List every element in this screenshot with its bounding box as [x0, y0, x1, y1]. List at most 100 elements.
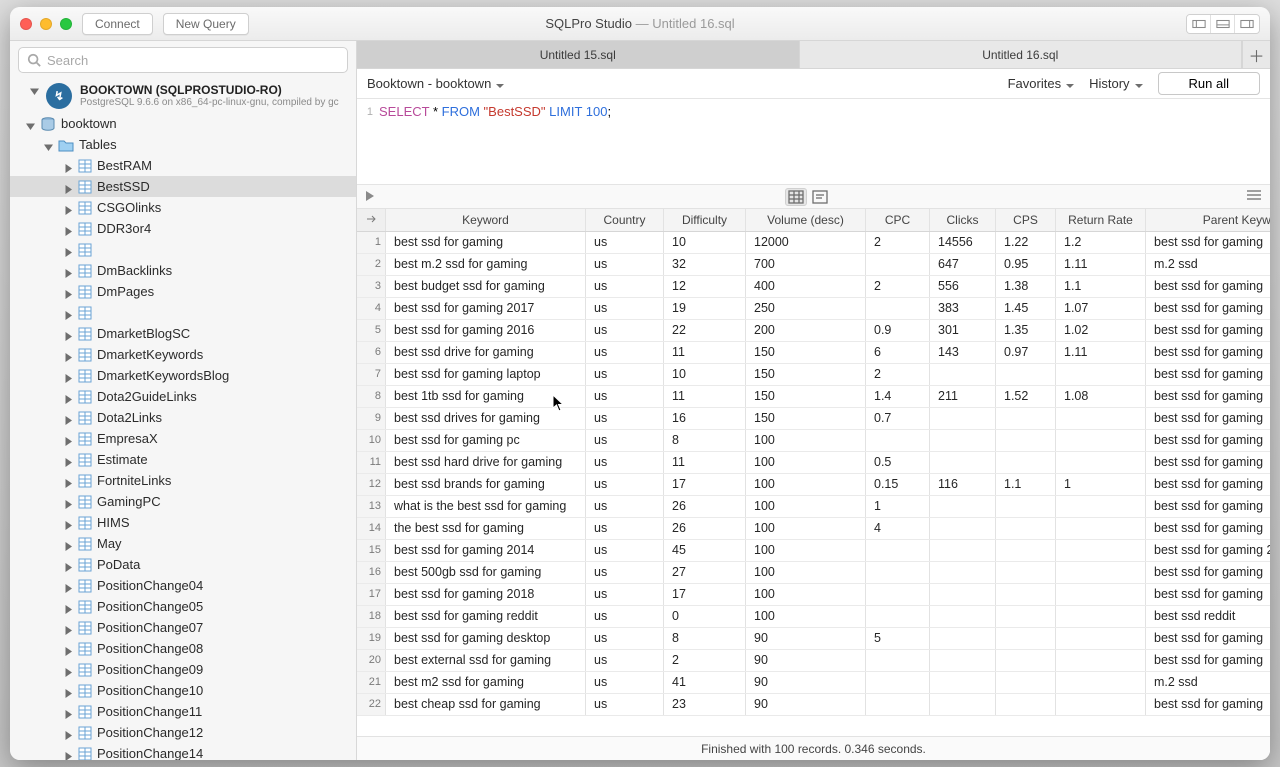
table-tree-item[interactable]: DmBacklinks: [10, 260, 356, 281]
cell[interactable]: [930, 649, 996, 671]
cell[interactable]: [996, 583, 1056, 605]
cell[interactable]: [930, 539, 996, 561]
cell[interactable]: 400: [746, 275, 866, 297]
cell[interactable]: [1056, 451, 1146, 473]
cell[interactable]: [866, 649, 930, 671]
disclosure-triangle-icon[interactable]: [64, 224, 73, 233]
cell[interactable]: [930, 583, 996, 605]
table-tree-item[interactable]: DmarketBlogSC: [10, 323, 356, 344]
table-tree-item[interactable]: Dota2Links: [10, 407, 356, 428]
cell[interactable]: 383: [930, 297, 996, 319]
cell[interactable]: [996, 671, 1056, 693]
cell[interactable]: 700: [746, 253, 866, 275]
cell[interactable]: 556: [930, 275, 996, 297]
cell[interactable]: [996, 539, 1056, 561]
cell[interactable]: [996, 451, 1056, 473]
table-tree-item[interactable]: DmarketKeywords: [10, 344, 356, 365]
history-menu[interactable]: History: [1089, 76, 1143, 91]
cell[interactable]: [1056, 495, 1146, 517]
cell[interactable]: us: [586, 583, 664, 605]
table-tree-item[interactable]: May: [10, 533, 356, 554]
cell[interactable]: us: [586, 319, 664, 341]
cell[interactable]: us: [586, 341, 664, 363]
cell[interactable]: 10: [664, 363, 746, 385]
cell[interactable]: 1: [866, 495, 930, 517]
cell[interactable]: [996, 605, 1056, 627]
cell[interactable]: 19: [664, 297, 746, 319]
table-row[interactable]: 3best budget ssd for gamingus1240025561.…: [357, 275, 1270, 297]
column-header[interactable]: Difficulty: [664, 209, 746, 231]
table-tree-item[interactable]: GamingPC: [10, 491, 356, 512]
row-number-header[interactable]: [357, 209, 386, 231]
table-tree-item[interactable]: PositionChange07: [10, 617, 356, 638]
disclosure-triangle-icon[interactable]: [64, 602, 73, 611]
cell[interactable]: 250: [746, 297, 866, 319]
cell[interactable]: 14556: [930, 231, 996, 253]
database-selector[interactable]: Booktown - booktown: [367, 76, 505, 91]
disclosure-triangle-icon[interactable]: [64, 476, 73, 485]
disclosure-triangle-icon[interactable]: [64, 182, 73, 191]
cell[interactable]: [930, 517, 996, 539]
cell[interactable]: best ssd for gaming: [1146, 319, 1271, 341]
cell[interactable]: [1056, 671, 1146, 693]
editor-line-content[interactable]: SELECT * FROM "BestSSD" LIMIT 100;: [379, 103, 611, 121]
zoom-window-button[interactable]: [60, 18, 72, 30]
cell[interactable]: 90: [746, 671, 866, 693]
cell[interactable]: best external ssd for gaming: [386, 649, 586, 671]
table-tree-item[interactable]: Estimate: [10, 449, 356, 470]
cell[interactable]: [930, 627, 996, 649]
layout-left-pane-icon[interactable]: [1187, 15, 1211, 33]
cell[interactable]: 90: [746, 693, 866, 715]
cell[interactable]: 100: [746, 429, 866, 451]
column-header[interactable]: CPS: [996, 209, 1056, 231]
cell[interactable]: 12: [664, 275, 746, 297]
table-row[interactable]: 21best m2 ssd for gamingus4190m.2 ssd: [357, 671, 1270, 693]
new-query-button[interactable]: New Query: [163, 13, 249, 35]
cell[interactable]: us: [586, 539, 664, 561]
layout-right-pane-icon[interactable]: [1235, 15, 1259, 33]
cell[interactable]: us: [586, 561, 664, 583]
tree-item[interactable]: booktown: [10, 113, 356, 134]
table-row[interactable]: 10best ssd for gaming pcus8100best ssd f…: [357, 429, 1270, 451]
table-tree-item[interactable]: [10, 302, 356, 323]
disclosure-triangle-icon[interactable]: [64, 728, 73, 737]
cell[interactable]: 1.35: [996, 319, 1056, 341]
cell[interactable]: us: [586, 253, 664, 275]
cell[interactable]: 100: [746, 561, 866, 583]
cell[interactable]: us: [586, 605, 664, 627]
cell[interactable]: 100: [746, 473, 866, 495]
cell[interactable]: 45: [664, 539, 746, 561]
cell[interactable]: [996, 649, 1056, 671]
cell[interactable]: 1.52: [996, 385, 1056, 407]
table-row[interactable]: 20best external ssd for gamingus290best …: [357, 649, 1270, 671]
disclosure-triangle-icon[interactable]: [64, 245, 73, 254]
disclosure-triangle-icon[interactable]: [64, 749, 73, 758]
cell[interactable]: best ssd for gaming: [1146, 363, 1271, 385]
table-row[interactable]: 5best ssd for gaming 2016us222000.93011.…: [357, 319, 1270, 341]
layout-segmented-control[interactable]: [1186, 14, 1260, 34]
disclosure-triangle-icon[interactable]: [64, 581, 73, 590]
cell[interactable]: 100: [746, 605, 866, 627]
table-tree-item[interactable]: PositionChange10: [10, 680, 356, 701]
cell[interactable]: best ssd for gaming: [386, 231, 586, 253]
cell[interactable]: us: [586, 495, 664, 517]
cell[interactable]: 1: [1056, 473, 1146, 495]
cell[interactable]: 100: [746, 583, 866, 605]
cell[interactable]: us: [586, 671, 664, 693]
disclosure-triangle-icon[interactable]: [26, 119, 35, 128]
cell[interactable]: 11: [664, 341, 746, 363]
cell[interactable]: 6: [866, 341, 930, 363]
cell[interactable]: [866, 253, 930, 275]
cell[interactable]: 0.9: [866, 319, 930, 341]
cell[interactable]: 90: [746, 627, 866, 649]
favorites-menu[interactable]: Favorites: [1008, 76, 1075, 91]
cell[interactable]: [996, 495, 1056, 517]
cell[interactable]: 143: [930, 341, 996, 363]
cell[interactable]: best ssd for gaming laptop: [386, 363, 586, 385]
cell[interactable]: [866, 561, 930, 583]
table-row[interactable]: 15best ssd for gaming 2014us45100best ss…: [357, 539, 1270, 561]
disclosure-triangle-icon[interactable]: [64, 329, 73, 338]
cell[interactable]: 16: [664, 407, 746, 429]
cell[interactable]: 23: [664, 693, 746, 715]
cell[interactable]: 0.5: [866, 451, 930, 473]
